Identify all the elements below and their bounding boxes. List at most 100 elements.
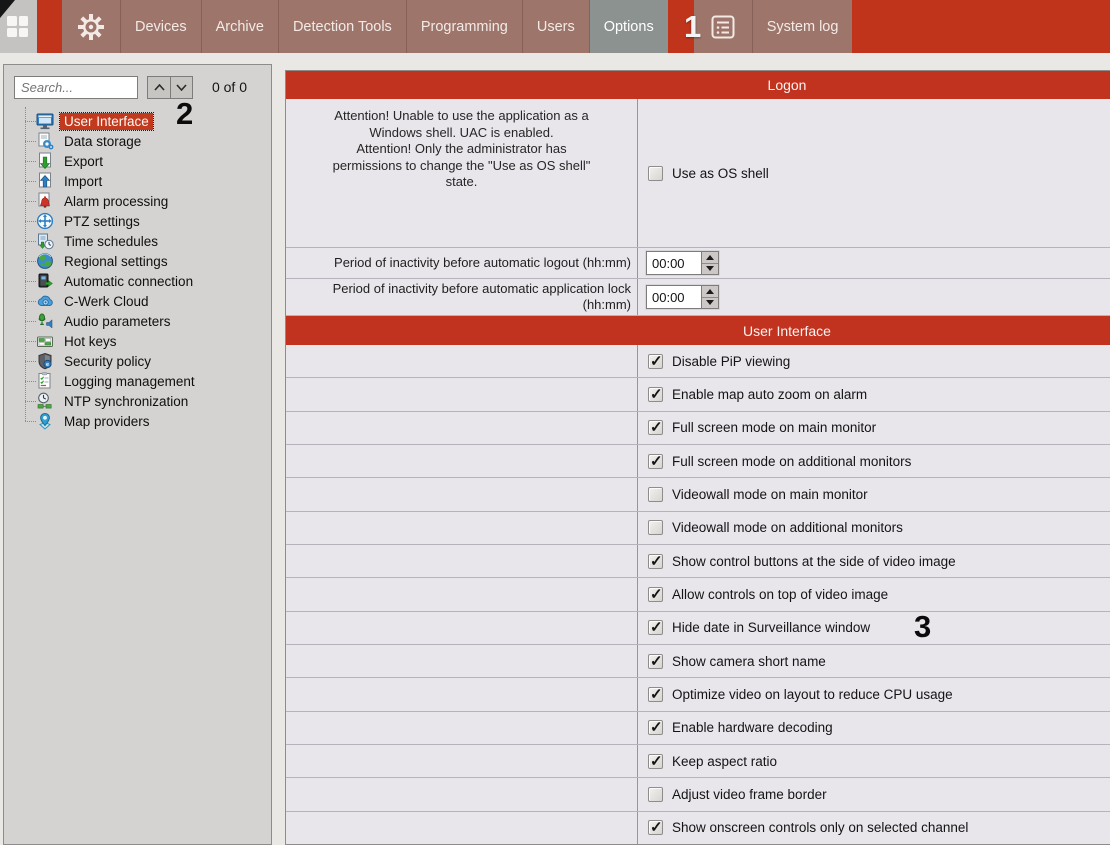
auto-logout-label: Period of inactivity before automatic lo…	[286, 248, 638, 278]
enable-hardware-decoding-checkbox[interactable]	[648, 720, 663, 735]
checkbox-label: Show control buttons at the side of vide…	[672, 554, 956, 569]
auto-logout-spinner[interactable]: 00:00	[646, 251, 719, 275]
sidebar-item-label: Hot keys	[60, 333, 121, 350]
disable-pip-viewing-checkbox[interactable]	[648, 354, 663, 369]
sidebar-item-audio-parameters[interactable]: Audio parameters	[4, 311, 271, 331]
sidebar-item-label: NTP synchronization	[60, 393, 192, 410]
allow-controls-on-top-of-video-image-checkbox[interactable]	[648, 587, 663, 602]
checkbox-label: Enable hardware decoding	[672, 720, 833, 735]
settings-tree: User Interface Data storage Export Import Al…	[4, 111, 271, 431]
option-row-full-screen-mode-on-main-monitor: Full screen mode on main monitor	[286, 412, 1110, 445]
option-row-left-cell	[286, 745, 638, 777]
sidebar-item-time-schedules[interactable]: Time schedules	[4, 231, 271, 251]
sidebar-item-ntp-synchronization[interactable]: NTP synchronization	[4, 391, 271, 411]
keep-aspect-ratio-checkbox[interactable]	[648, 754, 663, 769]
search-input[interactable]	[14, 76, 138, 99]
option-row-left-cell	[286, 778, 638, 810]
top-menu-bar: DevicesArchiveDetection ToolsProgramming…	[0, 0, 1110, 53]
option-row-keep-aspect-ratio: Keep aspect ratio	[286, 745, 1110, 778]
checkbox-label: Videowall mode on main monitor	[672, 487, 868, 502]
adjust-video-frame-border-checkbox[interactable]	[648, 787, 663, 802]
full-screen-mode-on-main-monitor-checkbox[interactable]	[648, 420, 663, 435]
show-camera-short-name-checkbox[interactable]	[648, 654, 663, 669]
tab-devices[interactable]: Devices	[120, 0, 201, 53]
sidebar-item-user-interface[interactable]: User Interface	[4, 111, 271, 131]
tab-users[interactable]: Users	[522, 0, 589, 53]
option-row-left-cell	[286, 412, 638, 444]
videowall-mode-on-main-monitor-checkbox[interactable]	[648, 487, 663, 502]
full-screen-mode-on-additional-monitors-checkbox[interactable]	[648, 454, 663, 469]
tab-options[interactable]: Options	[589, 0, 668, 53]
option-row-left-cell	[286, 378, 638, 410]
globe-icon	[36, 252, 54, 270]
option-row-left-cell	[286, 712, 638, 744]
alarm-icon	[36, 192, 54, 210]
sidebar-item-label: Automatic connection	[60, 273, 197, 290]
enable-map-auto-zoom-on-alarm-checkbox[interactable]	[648, 387, 663, 402]
sidebar-item-security-policy[interactable]: eSecurity policy	[4, 351, 271, 371]
sidebar-item-ptz-settings[interactable]: PTZ settings	[4, 211, 271, 231]
tab-archive[interactable]: Archive	[201, 0, 278, 53]
sidebar-item-automatic-connection[interactable]: Automatic connection	[4, 271, 271, 291]
videowall-mode-on-additional-monitors-checkbox[interactable]	[648, 520, 663, 535]
sidebar-item-label: Map providers	[60, 413, 154, 430]
sidebar-item-label: Data storage	[60, 133, 145, 150]
auto-lock-value[interactable]: 00:00	[647, 286, 701, 308]
auto-lock-spinner[interactable]: 00:00	[646, 285, 719, 309]
option-row-enable-hardware-decoding: Enable hardware decoding	[286, 712, 1110, 745]
sidebar-item-regional-settings[interactable]: Regional settings	[4, 251, 271, 271]
sidebar-search-row: 0 of 0	[14, 75, 263, 99]
hide-date-in-surveillance-window-checkbox[interactable]	[648, 620, 663, 635]
map-pin-icon	[36, 412, 54, 430]
option-row-show-control-buttons-at-the-side-of-video-image: Show control buttons at the side of vide…	[286, 545, 1110, 578]
option-row-disable-pip-viewing: Disable PiP viewing	[286, 345, 1110, 378]
checkbox-label: Keep aspect ratio	[672, 754, 777, 769]
sidebar-item-logging-management[interactable]: Logging management	[4, 371, 271, 391]
sidebar-item-data-storage[interactable]: Data storage	[4, 131, 271, 151]
sidebar-item-label: Logging management	[60, 373, 199, 390]
tab-system-log[interactable]: System log	[752, 0, 853, 53]
spinner-up-button[interactable]	[702, 252, 718, 264]
sidebar-item-label: Security policy	[60, 353, 155, 370]
options-panel: Logon Attention! Unable to use the appli…	[285, 70, 1110, 845]
auto-lock-label: Period of inactivity before automatic ap…	[286, 279, 638, 315]
sidebar-item-hot-keys[interactable]: Hot keys	[4, 331, 271, 351]
settings-gear-icon[interactable]	[62, 0, 120, 53]
tab-programming[interactable]: Programming	[406, 0, 522, 53]
optimize-video-on-layout-to-reduce-cpu-usage-checkbox[interactable]	[648, 687, 663, 702]
sidebar-item-label: Alarm processing	[60, 193, 172, 210]
use-as-os-shell-label: Use as OS shell	[672, 166, 769, 181]
checkbox-label: Full screen mode on additional monitors	[672, 454, 911, 469]
checkbox-label: Optimize video on layout to reduce CPU u…	[672, 687, 953, 702]
sidebar-item-label: Import	[60, 173, 106, 190]
export-icon	[36, 152, 54, 170]
option-row-allow-controls-on-top-of-video-image: Allow controls on top of video image	[286, 578, 1110, 611]
hotkeys-icon	[36, 332, 54, 350]
sidebar-item-c-werk-cloud[interactable]: C-Werk Cloud	[4, 291, 271, 311]
system-log-icon-button[interactable]	[694, 0, 752, 53]
sidebar-item-export[interactable]: Export	[4, 151, 271, 171]
tab-detection-tools[interactable]: Detection Tools	[278, 0, 406, 53]
checkbox-label: Enable map auto zoom on alarm	[672, 387, 867, 402]
option-row-videowall-mode-on-additional-monitors: Videowall mode on additional monitors	[286, 512, 1110, 545]
sidebar-item-import[interactable]: Import	[4, 171, 271, 191]
sidebar-item-label: Export	[60, 153, 107, 170]
apps-grid-icon	[7, 16, 28, 37]
app-logo-area[interactable]	[0, 0, 37, 53]
sidebar-item-alarm-processing[interactable]: Alarm processing	[4, 191, 271, 211]
checkbox-label: Show camera short name	[672, 654, 826, 669]
auto-logout-value[interactable]: 00:00	[647, 252, 701, 274]
show-control-buttons-at-the-side-of-video-image-checkbox[interactable]	[648, 554, 663, 569]
show-onscreen-controls-only-on-selected-channel-checkbox[interactable]	[648, 820, 663, 835]
search-prev-button[interactable]	[147, 76, 170, 99]
checkbox-label: Allow controls on top of video image	[672, 587, 888, 602]
spinner-down-button[interactable]	[702, 264, 718, 275]
option-row-optimize-video-on-layout-to-reduce-cpu-usage: Optimize video on layout to reduce CPU u…	[286, 678, 1110, 711]
sidebar-item-label: Regional settings	[60, 253, 172, 270]
use-as-os-shell-checkbox[interactable]	[648, 166, 663, 181]
sidebar-item-map-providers[interactable]: Map providers	[4, 411, 271, 431]
topbar-red-fill	[852, 0, 1110, 53]
spinner-down-button[interactable]	[702, 298, 718, 309]
sidebar-item-label: PTZ settings	[60, 213, 144, 230]
spinner-up-button[interactable]	[702, 286, 718, 298]
